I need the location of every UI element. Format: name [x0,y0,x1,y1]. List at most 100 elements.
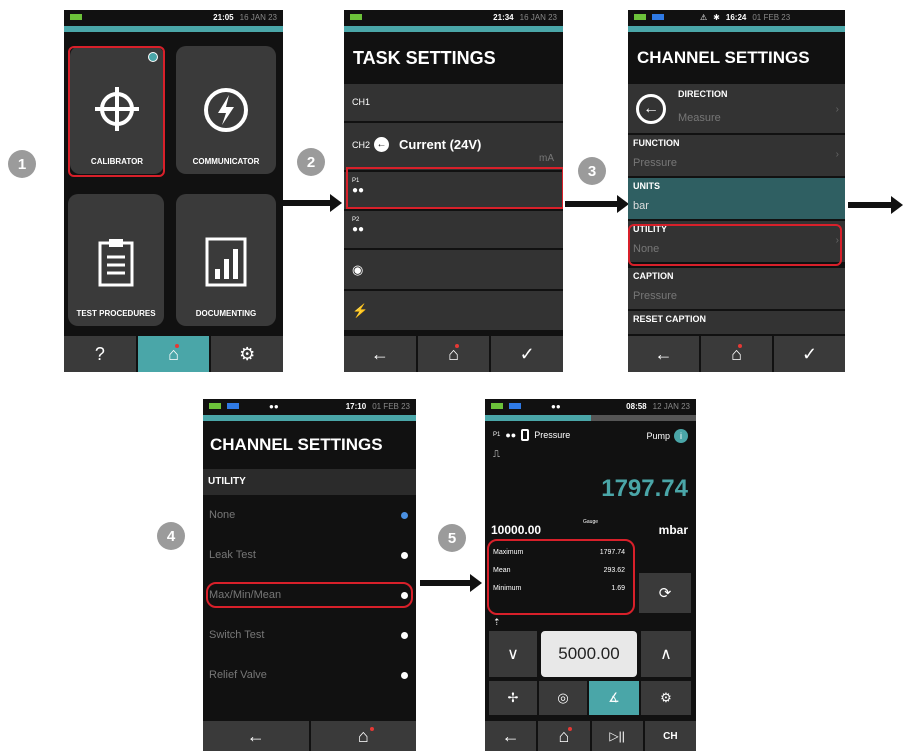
channel-button[interactable]: CH [644,721,696,751]
channel-row-ch1[interactable]: CH1 [344,84,563,122]
channel-label: CH [663,730,678,742]
channel-label: CH2 [352,139,371,150]
status-bar: 21:05 16 JAN 23 [64,10,283,24]
reset-stats-button[interactable]: ⟳ [639,573,691,613]
confirm-button[interactable]: ✓ [491,336,563,372]
barometer-icon: ◉ [352,262,364,277]
row-label: UNITS [633,181,660,191]
home-button[interactable]: ⌂ [538,721,590,751]
home-button[interactable]: ⌂ [701,336,772,372]
communicator-tile[interactable]: COMMUNICATOR [176,46,276,174]
utility-option-none[interactable]: None [203,495,416,535]
back-button[interactable]: ← [344,336,416,372]
highlight-box [68,46,165,177]
battery-icon [209,403,221,409]
screen-utility-select: ●● 17:10 01 FEB 23 CHANNEL SETTINGS UTIL… [203,399,416,751]
check-icon: ✓ [801,343,818,364]
highlight-box [487,539,635,615]
progress-bar [344,26,563,32]
pump-indicator: Pump i [646,429,688,443]
settings-button[interactable]: ⚙ [211,336,283,372]
radio-selected [401,511,408,519]
function-row[interactable]: FUNCTION Pressure › [628,135,845,177]
reset-caption-row[interactable]: RESET CAPTION [628,311,845,335]
increment-button[interactable]: ∧ [641,631,691,677]
flow-arrow [848,196,903,214]
help-button[interactable]: ? [64,336,136,372]
chevron-down-icon: ∨ [507,646,519,663]
clipboard-icon [98,239,134,287]
battery-icon [70,14,82,20]
pump-icon: i [674,429,688,443]
utility-option-leak-test[interactable]: Leak Test [203,535,416,575]
utility-option-relief-valve[interactable]: Relief Valve [203,655,416,695]
channel-label: CH1 [352,97,371,107]
page-title: TASK SETTINGS [353,48,496,68]
bottom-nav: ← ⌂ ✓ [628,336,845,372]
channel-function: Current (24V) [399,137,482,152]
step-badge-5: 5 [438,524,466,552]
pressure-sensor-icon: ●● [551,401,561,411]
step-badge-4: 4 [157,522,185,550]
step-button[interactable]: ◎ [539,681,587,715]
pressure-control-button[interactable]: ∡ [589,681,639,715]
channel-row-p2[interactable]: P2 ●● [344,211,563,249]
waveform-icon: ⎍ [493,449,500,460]
radio-unselected [401,551,408,559]
row-label: DIRECTION [678,89,728,99]
utility-option-switch-test[interactable]: Switch Test [203,615,416,655]
units-row[interactable]: UNITS bar [628,178,845,220]
progress-bar [628,26,845,32]
refresh-icon: ⟳ [658,585,672,602]
row-label: RESET CAPTION [633,314,707,324]
vent-icon: ✢ [507,690,519,705]
sensor-label: P2 [352,217,360,223]
confirm-button[interactable]: ✓ [774,336,845,372]
back-button[interactable]: ← [628,336,699,372]
function-label: Pressure [534,430,571,440]
battery-icon [491,403,503,409]
setpoint-input[interactable]: 5000.00 [541,631,637,677]
back-button[interactable]: ← [485,721,537,751]
test-procedures-tile[interactable]: TEST PROCEDURES [68,194,164,326]
row-label: FUNCTION [633,138,680,148]
play-pause-icon: ▷|| [609,729,625,743]
home-button[interactable]: ⌂ [417,336,490,372]
home-icon: ⌂ [357,725,369,746]
bottom-nav: ? ⌂ ⚙ [64,336,283,372]
warning-icon: ⚠ [700,12,708,22]
home-button[interactable]: ⌂ [137,336,210,372]
channel-indicator-icon [509,403,521,409]
highlight-box [628,224,842,266]
direction-row[interactable]: ← DIRECTION Measure › [628,84,845,134]
channel-indicator-icon [652,14,664,20]
help-icon: ? [94,343,105,364]
gauge-label: Gauge [583,519,599,525]
gear-icon: ⚙ [239,343,256,364]
decrement-button[interactable]: ∨ [489,631,537,677]
status-bar: ●● 17:10 01 FEB 23 [203,399,416,413]
step-icon: ◎ [557,690,569,705]
vent-button[interactable]: ✢ [489,681,537,715]
caption-row[interactable]: CAPTION Pressure [628,268,845,310]
channel-row-communicator[interactable]: ⚡ [344,291,563,331]
screen-channel-settings: ⚠ ✱ 16:24 01 FEB 23 CHANNEL SETTINGS ← D… [628,10,845,372]
channel-row-barometer[interactable]: ◉ [344,250,563,290]
progress-bar [64,26,283,32]
home-button[interactable]: ⌂ [310,721,416,751]
channel-row-ch2[interactable]: CH2 ← Current (24V) mA [344,123,563,171]
range-value: 10000.00 [491,523,542,537]
settings-button[interactable]: ⚙ [641,681,691,715]
back-button[interactable]: ← [203,721,309,751]
bottom-nav: ← ⌂ [203,721,416,751]
highlight-box [346,167,563,209]
pressure-sensor-icon: ●● [352,224,365,235]
check-icon: ✓ [519,343,535,364]
documenting-tile[interactable]: DOCUMENTING [176,194,276,326]
pressure-sensor-icon: ●● [505,430,517,440]
play-pause-button[interactable]: ▷|| [591,721,643,751]
flow-arrow [282,194,342,212]
chevron-up-icon: ∧ [660,646,672,663]
row-value: Pressure [633,290,678,302]
pump-label: Pump [646,431,670,441]
